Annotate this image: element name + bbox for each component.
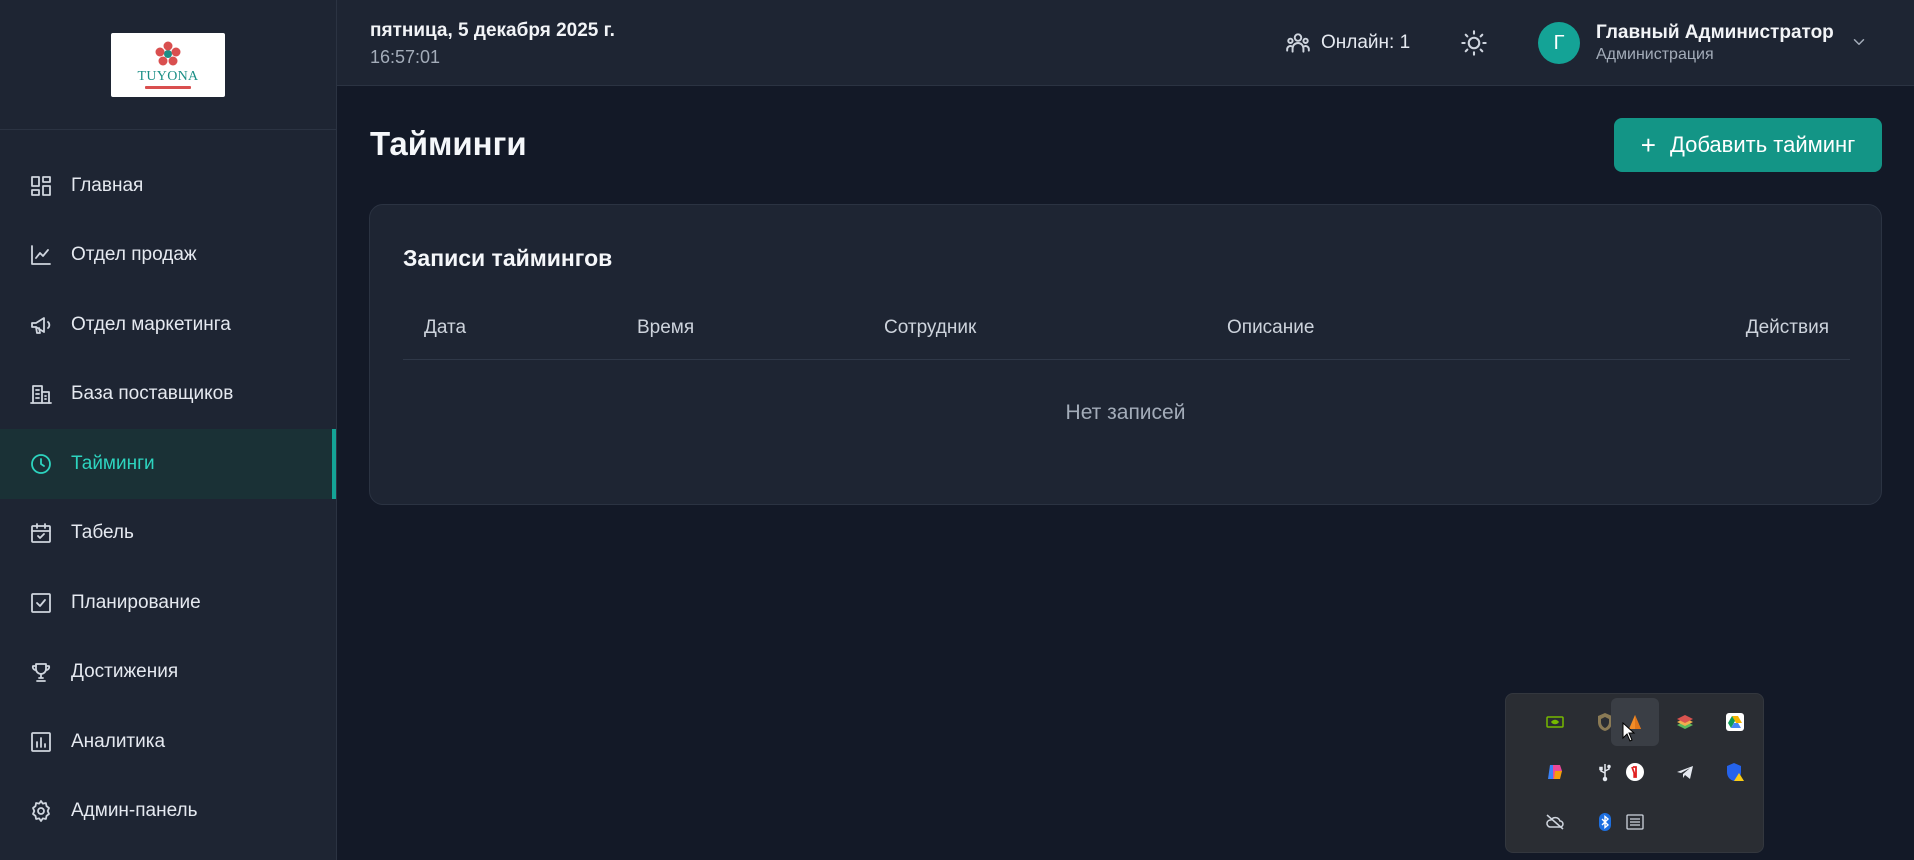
sidebar-item-home[interactable]: Главная xyxy=(0,151,336,221)
sidebar-item-sales[interactable]: Отдел продаж xyxy=(0,221,336,291)
sidebar-item-label: Главная xyxy=(71,174,144,196)
copilot-icon[interactable] xyxy=(1531,748,1579,796)
checkbox-icon xyxy=(29,591,53,615)
current-time: 16:57:01 xyxy=(370,47,441,67)
dashboard-icon xyxy=(29,174,53,198)
bluestacks-icon[interactable] xyxy=(1661,698,1709,746)
cloud-off-icon[interactable] xyxy=(1531,798,1579,846)
sidebar-item-timesheet[interactable]: Табель xyxy=(0,499,336,569)
sidebar-item-admin[interactable]: Админ-панель xyxy=(0,777,336,847)
user-menu[interactable]: Г Главный Администратор Администрация xyxy=(1538,21,1870,65)
sidebar-item-label: База поставщиков xyxy=(71,383,234,405)
sidebar: TUYONA Главная Отдел продаж Отдел маркет… xyxy=(0,0,337,860)
top-header: пятница, 5 декабря 2025 г. 16:57:01 Онла… xyxy=(337,0,1914,86)
sidebar-item-label: Админ-панель xyxy=(71,800,198,822)
user-name: Главный Администратор xyxy=(1596,22,1834,43)
megaphone-icon xyxy=(29,313,53,337)
page-title: Тайминги xyxy=(370,125,527,162)
user-role: Администрация xyxy=(1596,46,1714,63)
empty-state: Нет записей xyxy=(1065,401,1186,424)
sidebar-item-label: Отдел маркетинга xyxy=(71,313,231,335)
users-icon xyxy=(1286,33,1310,53)
gear-icon xyxy=(29,799,53,823)
defender-warning-icon[interactable] xyxy=(1711,748,1759,796)
sidebar-item-label: Тайминги xyxy=(71,452,155,474)
sidebar-item-label: Достижения xyxy=(71,661,179,683)
keyboard-icon[interactable] xyxy=(1611,798,1659,846)
sidebar-item-timings[interactable]: Тайминги xyxy=(0,429,336,499)
sun-icon xyxy=(1461,30,1487,56)
logo-area: TUYONA xyxy=(0,0,336,130)
column-actions: Действия xyxy=(1745,317,1829,338)
clock-icon xyxy=(29,452,53,476)
sidebar-item-achievements[interactable]: Достижения xyxy=(0,638,336,708)
yandex-icon[interactable] xyxy=(1611,748,1659,796)
user-info: Главный Администратор Администрация xyxy=(1596,21,1834,65)
column-time[interactable]: Время xyxy=(637,317,694,339)
calendar-check-icon xyxy=(29,521,53,545)
logo-underline xyxy=(145,86,191,89)
timings-card: Записи таймингов Дата Время Сотрудник Оп… xyxy=(369,204,1882,505)
sidebar-nav: Главная Отдел продаж Отдел маркетинга Ба… xyxy=(0,151,336,846)
chart-line-icon xyxy=(29,243,53,267)
online-count: Онлайн: 1 xyxy=(1321,32,1411,53)
avatar: Г xyxy=(1538,22,1580,64)
column-employee[interactable]: Сотрудник xyxy=(884,317,976,339)
building-icon xyxy=(29,382,53,406)
bar-chart-icon xyxy=(29,730,53,754)
column-date[interactable]: Дата xyxy=(424,317,466,339)
telegram-icon[interactable] xyxy=(1661,748,1709,796)
column-description[interactable]: Описание xyxy=(1227,317,1314,339)
chevron-down-icon[interactable] xyxy=(1850,33,1870,53)
sidebar-item-label: Планирование xyxy=(71,591,201,613)
add-timing-label: Добавить тайминг xyxy=(1669,132,1856,157)
add-timing-button[interactable]: + Добавить тайминг xyxy=(1614,118,1882,172)
sidebar-item-label: Аналитика xyxy=(71,730,166,752)
plus-icon: + xyxy=(1640,130,1656,160)
google-drive-icon[interactable] xyxy=(1711,698,1759,746)
sidebar-item-label: Табель xyxy=(71,522,134,544)
flower-logo-icon xyxy=(155,41,181,66)
current-date: пятница, 5 декабря 2025 г. xyxy=(370,20,615,41)
logo[interactable]: TUYONA xyxy=(111,32,225,97)
table-header: Дата Время Сотрудник Описание Действия xyxy=(403,305,1850,360)
nvidia-icon[interactable] xyxy=(1531,698,1579,746)
logo-text: TUYONA xyxy=(137,69,199,84)
trophy-icon xyxy=(29,660,53,684)
mouse-cursor-icon xyxy=(1622,722,1636,742)
online-indicator[interactable]: Онлайн: 1 xyxy=(1285,30,1410,56)
tray-overflow-popup xyxy=(1505,693,1764,853)
sidebar-item-label: Отдел продаж xyxy=(71,244,197,266)
sidebar-item-suppliers[interactable]: База поставщиков xyxy=(0,360,336,430)
sidebar-item-analytics[interactable]: Аналитика xyxy=(0,707,336,777)
card-title: Записи таймингов xyxy=(403,245,613,271)
sidebar-item-marketing[interactable]: Отдел маркетинга xyxy=(0,290,336,360)
theme-toggle-button[interactable] xyxy=(1459,28,1489,58)
sidebar-item-planning[interactable]: Планирование xyxy=(0,568,336,638)
